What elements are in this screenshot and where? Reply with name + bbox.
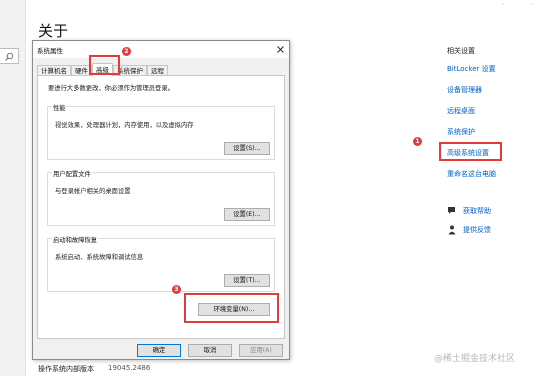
search-icon [5,52,14,61]
user-profiles-desc: 与登录帐户相关的桌面设置 [55,188,131,195]
search-box[interactable] [0,48,19,64]
dialog-titlebar[interactable]: 系统属性 [33,41,289,58]
user-profiles-label: 用户配置文件 [52,169,92,178]
remote-desktop-link[interactable]: 远程桌面 [447,106,547,127]
settings-nav-strip [0,0,26,376]
admin-note: 要进行大多数更改，你必须作为管理员登录。 [48,85,174,92]
os-build-value: 19045.2486 [108,364,151,372]
related-settings-heading: 相关设置 [447,47,475,55]
device-manager-link[interactable]: 设备管理器 [447,85,547,106]
performance-group: 性能 视觉效果，处理器计划，内存使用，以及虚拟内存 设置(S)... [47,103,275,160]
advanced-tab-highlight [89,55,120,75]
startup-recovery-group: 启动和故障恢复 系统启动、系统故障和调试信息 设置(T)... [47,235,275,292]
callout-3: 3 [172,285,181,294]
user-profiles-group: 用户配置文件 与登录帐户相关的桌面设置 设置(E)... [47,169,275,226]
performance-label: 性能 [52,103,67,112]
bitlocker-settings-link[interactable]: BitLocker 设置 [447,64,547,85]
screen: · · 关于 相关设置 BitLocker 设置 设备管理器 远程桌面 系统保护… [0,0,553,376]
env-variables-highlight [184,293,279,323]
watermark: @稀土掘金技术社区 [434,354,516,364]
feedback-label: 提供反馈 [463,225,491,234]
help-section: 获取帮助 提供反馈 [447,201,491,239]
callout-1: 1 [413,137,422,146]
performance-settings-button[interactable]: 设置(S)... [224,142,270,155]
performance-desc: 视觉效果，处理器计划，内存使用，以及虚拟内存 [55,122,194,129]
rename-pc-link[interactable]: 重命名这台电脑 [447,169,547,190]
advanced-settings-highlight [439,142,502,161]
feedback-person-icon [447,225,457,235]
user-profiles-settings-button[interactable]: 设置(E)... [224,208,270,221]
startup-recovery-desc: 系统启动、系统故障和调试信息 [55,254,144,261]
chat-help-icon [447,206,457,216]
os-build-row: 操作系统内部版本 19045.2486 [38,364,150,374]
apply-button[interactable]: 应用(A) [239,344,283,357]
window-controls: · · [501,0,545,9]
page-title: 关于 [38,22,69,40]
feedback-link[interactable]: 提供反馈 [447,220,491,239]
cancel-button[interactable]: 取消 [188,344,232,357]
get-help-link[interactable]: 获取帮助 [447,201,491,220]
dialog-title: 系统属性 [37,47,63,55]
startup-recovery-settings-button[interactable]: 设置(T)... [224,274,270,287]
callout-2: 2 [122,47,131,56]
startup-recovery-label: 启动和故障恢复 [52,235,99,244]
ok-button[interactable]: 确定 [137,344,181,357]
get-help-label: 获取帮助 [463,206,491,215]
related-settings: 相关设置 BitLocker 设置 设备管理器 远程桌面 系统保护 高级系统设置… [447,46,547,190]
close-icon[interactable] [274,43,286,55]
os-build-label: 操作系统内部版本 [38,365,94,373]
